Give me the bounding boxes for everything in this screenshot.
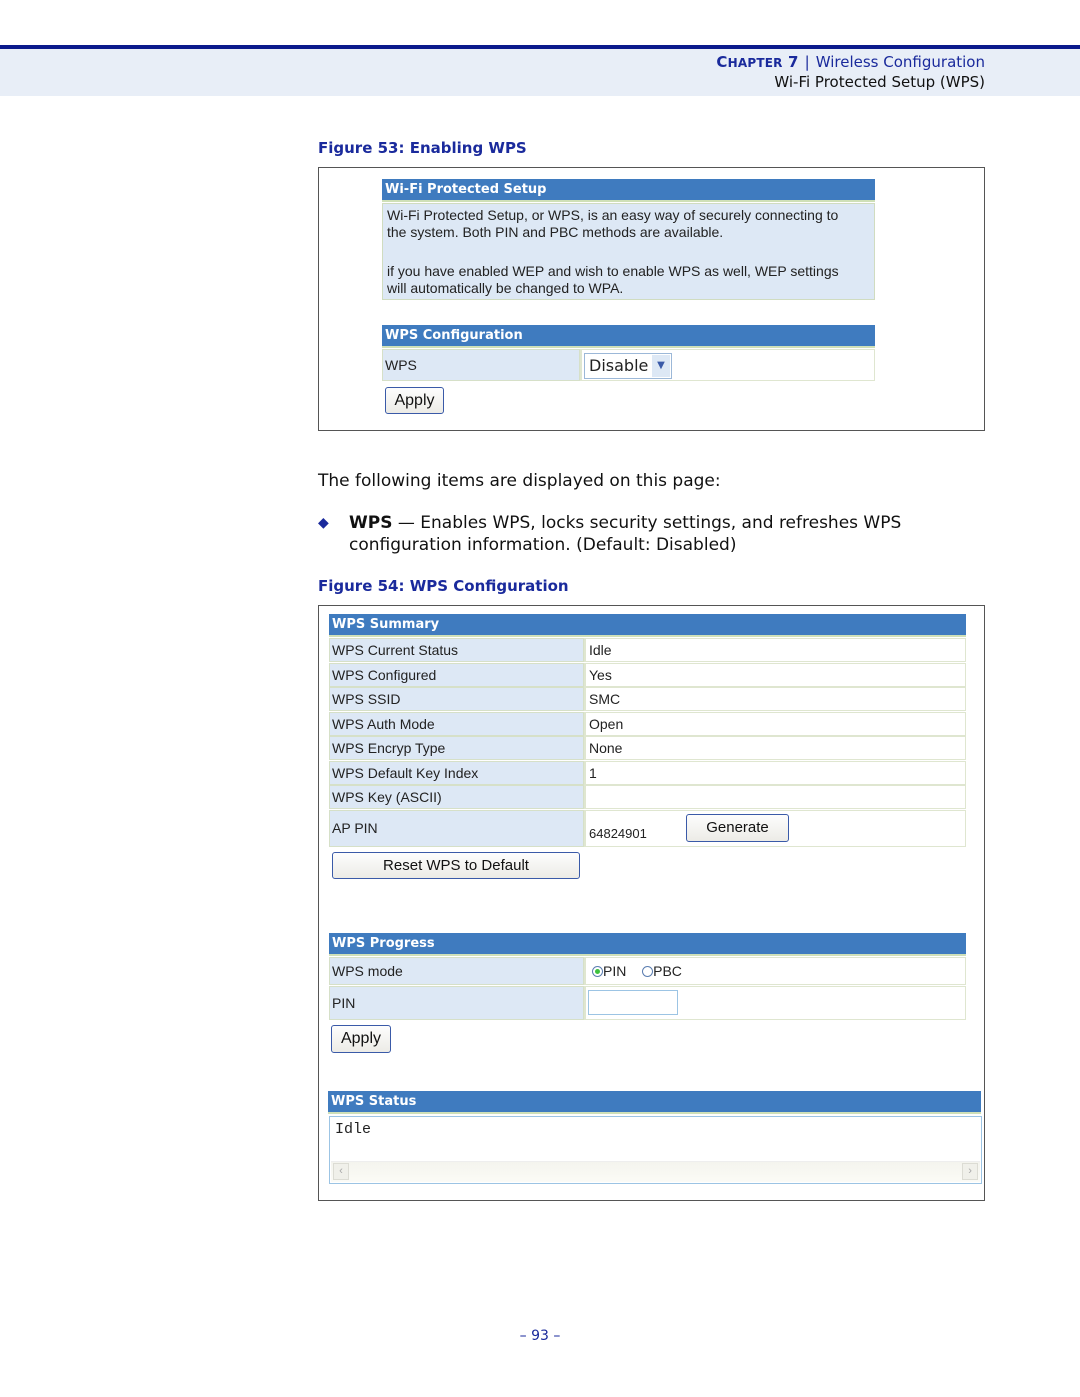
chapter-prefix: C xyxy=(716,53,728,71)
row-value xyxy=(584,785,966,809)
generate-button[interactable]: Generate xyxy=(686,814,789,842)
table-row: WPS Default Key Index 1 xyxy=(329,761,966,785)
scroll-left-icon[interactable]: ‹ xyxy=(333,1163,349,1180)
figure-53-box: Wi-Fi Protected Setup Wi-Fi Protected Se… xyxy=(318,167,985,431)
wps-status-header: WPS Status xyxy=(328,1091,981,1114)
figure-53-caption: Figure 53: Enabling WPS xyxy=(318,139,527,157)
running-header-chapter: CHAPTER 7 | Wireless Configuration xyxy=(716,53,985,71)
reset-wps-to-default-button[interactable]: Reset WPS to Default xyxy=(332,852,580,879)
wps-configuration-header: WPS Configuration xyxy=(382,325,875,348)
wps-value-cell: Disable ▼ xyxy=(580,349,875,381)
table-row: WPS Auth Mode Open xyxy=(329,712,966,736)
wps-mode-row: WPS mode PIN PBC xyxy=(329,957,966,985)
row-value: None xyxy=(584,736,966,760)
diamond-bullet-icon: ◆ xyxy=(318,515,329,531)
wps-summary-header: WPS Summary xyxy=(329,614,966,637)
description-line: if you have enabled WEP and wish to enab… xyxy=(387,263,839,279)
scroll-right-icon[interactable]: › xyxy=(962,1163,978,1180)
item-term: WPS xyxy=(349,513,393,533)
progress-apply-button[interactable]: Apply xyxy=(331,1025,391,1053)
wps-description: Wi-Fi Protected Setup, or WPS, is an eas… xyxy=(382,203,875,300)
horizontal-scrollbar[interactable]: ‹ › xyxy=(331,1161,980,1182)
wps-select[interactable]: Disable ▼ xyxy=(584,353,672,379)
radio-pbc[interactable] xyxy=(642,966,654,977)
table-row: WPS Configured Yes xyxy=(329,663,966,687)
row-value: SMC xyxy=(584,687,966,711)
table-row: WPS Current Status Idle xyxy=(329,638,966,662)
ap-pin-cell: 64824901 Generate xyxy=(584,810,966,847)
intro-text: The following items are displayed on thi… xyxy=(318,471,721,491)
chapter-label: CHAPTER 7 xyxy=(716,53,798,71)
chapter-word: HAPTER xyxy=(727,56,783,70)
row-label: WPS Encryp Type xyxy=(329,736,584,760)
item-desc-line2: configuration information. (Default: Dis… xyxy=(349,535,737,555)
wps-mode-options: PIN PBC xyxy=(584,957,966,985)
section-title: Wi-Fi Protected Setup (WPS) xyxy=(774,73,985,91)
wps-status-textarea[interactable]: Idle ‹ › xyxy=(329,1116,982,1184)
radio-pin[interactable] xyxy=(592,966,603,977)
radio-pin-label: PIN xyxy=(603,963,627,979)
wps-mode-label: WPS mode xyxy=(329,957,584,985)
pin-input[interactable] xyxy=(588,990,678,1015)
row-value: Open xyxy=(584,712,966,736)
row-label: WPS Current Status xyxy=(329,638,584,662)
page-number: – 93 – xyxy=(519,1328,561,1344)
wps-item-description: WPS — Enables WPS, locks security settin… xyxy=(349,512,901,556)
pin-cell xyxy=(584,986,966,1020)
item-desc-line1: — Enables WPS, locks security settings, … xyxy=(392,513,902,533)
chapter-number: 7 xyxy=(788,53,799,71)
row-value: Yes xyxy=(584,663,966,687)
ap-pin-row: AP PIN 64824901 Generate xyxy=(329,810,966,847)
wifi-protected-setup-header: Wi-Fi Protected Setup xyxy=(382,179,875,202)
table-row: WPS Encryp Type None xyxy=(329,736,966,760)
description-line: Wi-Fi Protected Setup, or WPS, is an eas… xyxy=(387,207,839,223)
row-label: WPS Configured xyxy=(329,663,584,687)
wps-label: WPS xyxy=(382,349,580,381)
pin-row: PIN xyxy=(329,986,966,1020)
apply-button[interactable]: Apply xyxy=(385,387,444,414)
description-line: the system. Both PIN and PBC methods are… xyxy=(387,224,724,240)
wps-status-text: Idle xyxy=(335,1121,372,1138)
row-label: WPS Default Key Index xyxy=(329,761,584,785)
wps-select-value: Disable xyxy=(589,356,649,375)
chevron-down-icon[interactable]: ▼ xyxy=(652,355,670,377)
wps-config-row: WPS Disable ▼ xyxy=(382,349,875,381)
ap-pin-value: 64824901 xyxy=(589,826,647,841)
row-label: WPS SSID xyxy=(329,687,584,711)
chapter-title: Wireless Configuration xyxy=(815,53,985,71)
figure-54-box: WPS Summary WPS Current Status Idle WPS … xyxy=(318,605,985,1201)
row-value: Idle xyxy=(584,638,966,662)
description-line: will automatically be changed to WPA. xyxy=(387,280,624,296)
figure-54-caption: Figure 54: WPS Configuration xyxy=(318,577,569,595)
radio-pbc-label: PBC xyxy=(653,963,682,979)
row-label: WPS Auth Mode xyxy=(329,712,584,736)
header-separator: | xyxy=(804,53,810,71)
table-row: WPS Key (ASCII) xyxy=(329,785,966,809)
ap-pin-label: AP PIN xyxy=(329,810,584,847)
wps-progress-header: WPS Progress xyxy=(329,933,966,956)
pin-label: PIN xyxy=(329,986,584,1020)
row-value: 1 xyxy=(584,761,966,785)
row-label: WPS Key (ASCII) xyxy=(329,785,584,809)
table-row: WPS SSID SMC xyxy=(329,687,966,711)
